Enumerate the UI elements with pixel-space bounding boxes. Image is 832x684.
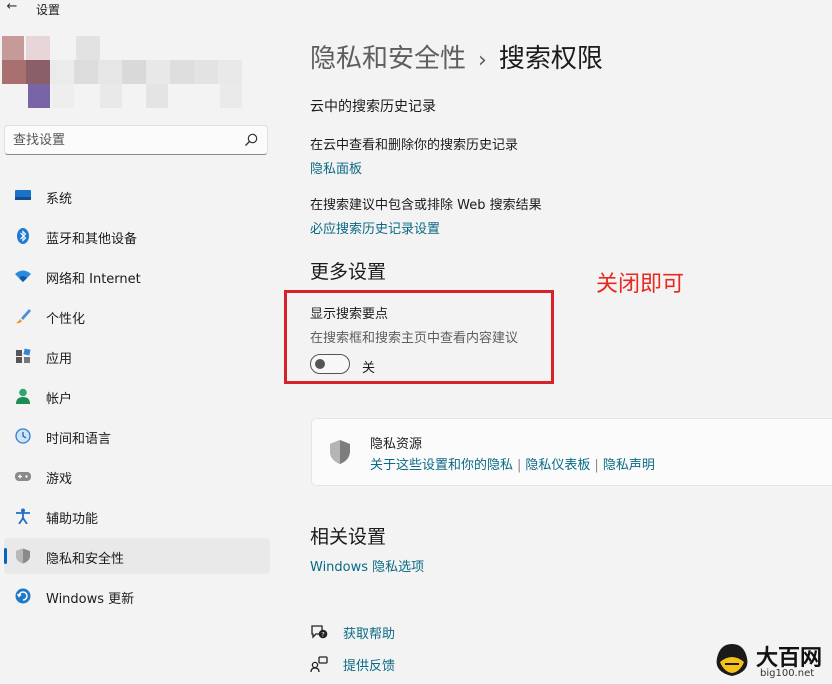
related-settings-title: 相关设置 xyxy=(310,526,387,548)
privacy-statement-link[interactable]: 隐私声明 xyxy=(603,458,655,473)
sidebar-item-accessibility[interactable]: 辅助功能 xyxy=(4,498,270,534)
privacy-dashboard-link[interactable]: 隐私仪表板 xyxy=(525,458,590,473)
cloud-history-desc: 在云中查看和删除你的搜索历史记录 xyxy=(310,138,519,153)
sidebar-item-windows-update[interactable]: Windows 更新 xyxy=(4,578,270,614)
breadcrumb-parent[interactable]: 隐私和安全性 xyxy=(310,44,466,74)
sidebar-nav: 系统 蓝牙和其他设备 网络和 Internet 个性化 应用 帐户 时间和语言 … xyxy=(0,178,272,618)
cloud-history-title: 云中的搜索历史记录 xyxy=(310,99,436,115)
sidebar-item-label: 网络和 Internet xyxy=(46,272,141,287)
bing-history-link[interactable]: 必应搜索历史记录设置 xyxy=(310,218,440,237)
gamepad-icon xyxy=(15,472,31,481)
sidebar-item-gaming[interactable]: 游戏 xyxy=(4,458,270,494)
about-privacy-link[interactable]: 关于这些设置和你的隐私 xyxy=(370,458,513,473)
globe-clock-icon xyxy=(15,428,31,444)
sidebar-item-privacy-security[interactable]: 隐私和安全性 xyxy=(4,538,270,574)
sidebar-item-bluetooth[interactable]: 蓝牙和其他设备 xyxy=(4,218,270,254)
feedback-icon xyxy=(310,656,328,672)
back-arrow-icon[interactable]: ← xyxy=(4,0,20,16)
sidebar-item-label: 时间和语言 xyxy=(46,432,112,447)
sidebar-item-system[interactable]: 系统 xyxy=(4,178,270,214)
watermark: 大百网 big100.net xyxy=(714,638,832,684)
search-settings-box[interactable] xyxy=(4,125,268,155)
logo-icon xyxy=(716,644,748,676)
update-icon xyxy=(15,588,31,604)
get-help-link[interactable]: 获取帮助 xyxy=(343,623,395,642)
help-icon: ? xyxy=(311,625,328,639)
search-highlights-toggle[interactable] xyxy=(310,354,350,374)
sidebar-item-label: 游戏 xyxy=(46,472,73,487)
annotation-text: 关闭即可 xyxy=(596,272,685,297)
privacy-resources-card: 隐私资源 关于这些设置和你的隐私 | 隐私仪表板 | 隐私声明 xyxy=(311,418,832,486)
svg-text:?: ? xyxy=(321,631,324,639)
search-input[interactable] xyxy=(13,130,233,150)
sidebar-item-apps[interactable]: 应用 xyxy=(4,338,270,374)
search-icon[interactable] xyxy=(243,132,259,148)
account-avatar[interactable] xyxy=(0,36,246,110)
toggle-state-label: 关 xyxy=(362,361,376,376)
app-title: 设置 xyxy=(36,3,61,17)
sidebar-item-label: Windows 更新 xyxy=(46,592,135,607)
sidebar-item-label: 蓝牙和其他设备 xyxy=(46,232,138,247)
windows-privacy-options-link[interactable]: Windows 隐私选项 xyxy=(310,556,424,575)
search-highlights-desc: 在搜索框和搜索主页中查看内容建议 xyxy=(310,331,519,346)
apps-icon xyxy=(16,348,31,363)
brush-icon xyxy=(16,309,31,324)
sidebar-item-label: 隐私和安全性 xyxy=(46,552,125,567)
sidebar-item-accounts[interactable]: 帐户 xyxy=(4,378,270,414)
sidebar-item-personalization[interactable]: 个性化 xyxy=(4,298,270,334)
chevron-right-icon: › xyxy=(478,48,487,73)
search-highlights-title: 显示搜索要点 xyxy=(310,307,389,322)
sidebar-item-label: 帐户 xyxy=(46,392,73,407)
title-bar: ← 设置 xyxy=(0,0,832,18)
sidebar-item-label: 个性化 xyxy=(46,312,86,327)
watermark-url: big100.net xyxy=(760,668,815,679)
link-separator: | xyxy=(517,458,522,473)
bluetooth-icon xyxy=(17,228,29,244)
shield-icon xyxy=(16,548,30,564)
sidebar-item-label: 辅助功能 xyxy=(46,512,99,527)
person-icon xyxy=(16,388,30,404)
more-settings-title: 更多设置 xyxy=(310,261,387,283)
link-separator: | xyxy=(594,458,599,473)
sidebar-item-time-language[interactable]: 时间和语言 xyxy=(4,418,270,454)
sidebar-item-label: 应用 xyxy=(46,352,73,367)
active-indicator xyxy=(4,548,7,564)
sidebar-item-label: 系统 xyxy=(46,192,73,207)
web-results-desc: 在搜索建议中包含或排除 Web 搜索结果 xyxy=(310,198,542,213)
wifi-icon xyxy=(15,270,31,282)
page-title: 搜索权限 xyxy=(498,44,603,74)
give-feedback-link[interactable]: 提供反馈 xyxy=(343,655,395,674)
privacy-resources-title: 隐私资源 xyxy=(370,437,423,452)
sidebar-item-network[interactable]: 网络和 Internet xyxy=(4,258,270,294)
monitor-icon xyxy=(15,190,31,200)
privacy-resources-links: 关于这些设置和你的隐私 | 隐私仪表板 | 隐私声明 xyxy=(370,454,655,473)
breadcrumb: 隐私和安全性 › 搜索权限 xyxy=(310,42,603,78)
privacy-dashboard-link[interactable]: 隐私面板 xyxy=(310,158,362,177)
toggle-knob xyxy=(315,359,325,369)
shield-icon xyxy=(330,440,350,464)
accessibility-icon xyxy=(16,508,30,524)
